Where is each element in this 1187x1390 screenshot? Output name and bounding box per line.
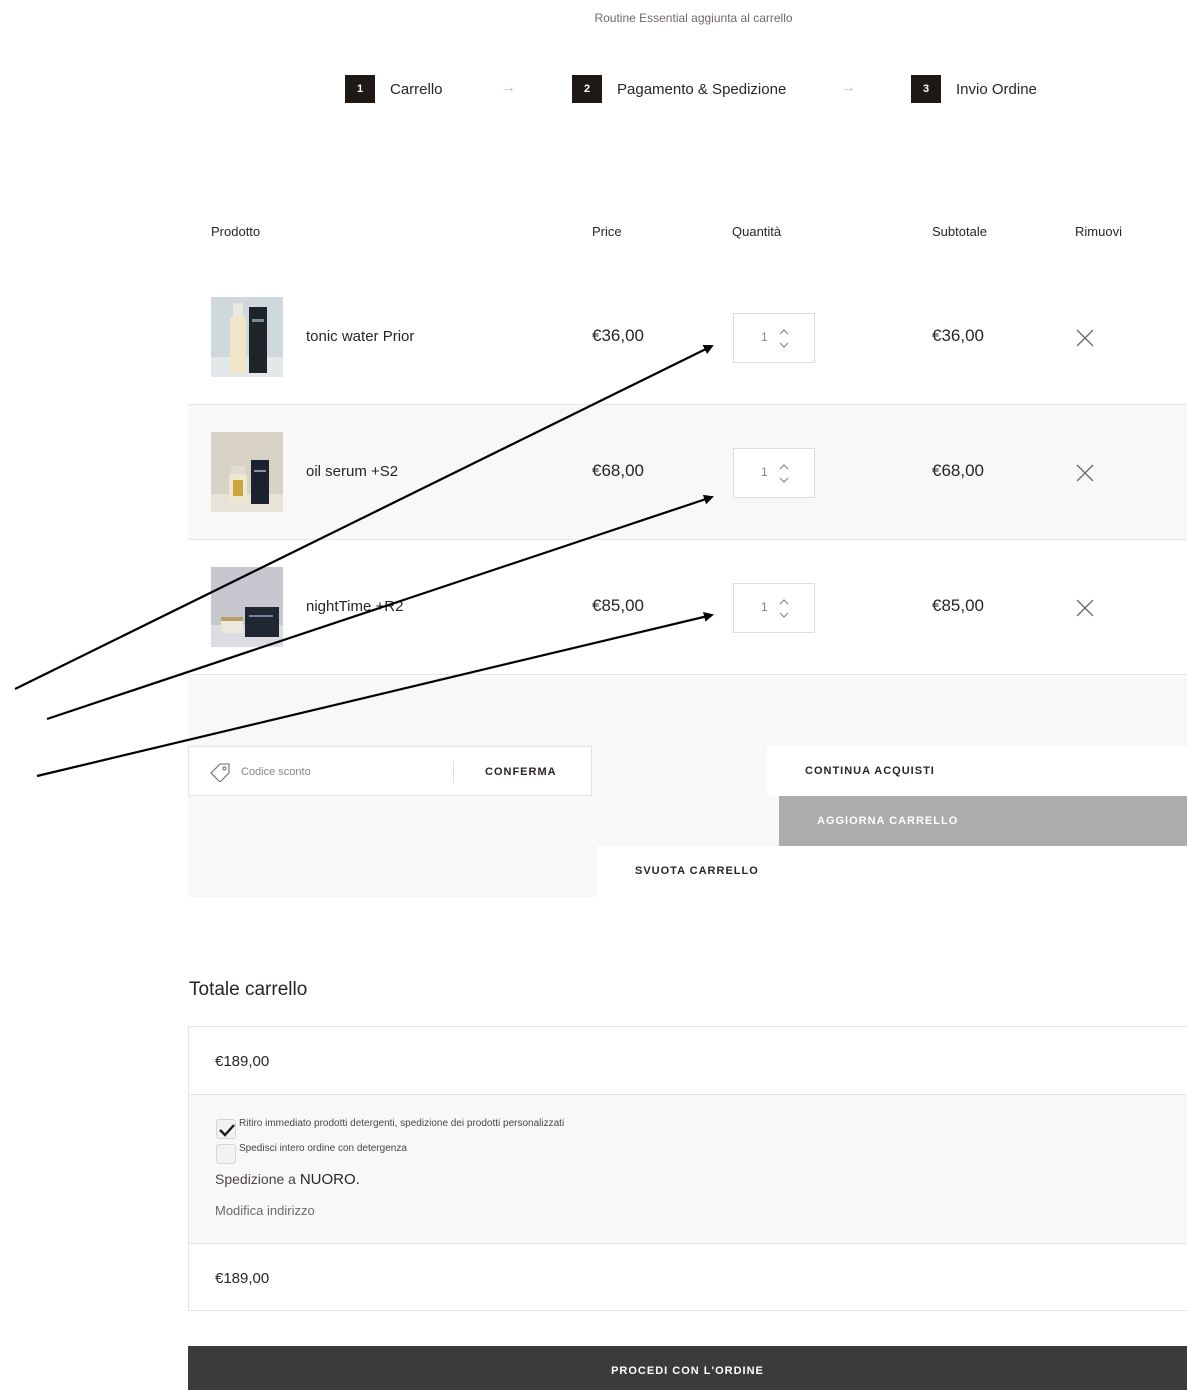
step-label: Pagamento & Spedizione <box>617 80 787 98</box>
column-product: Prodotto <box>211 224 261 239</box>
cart-row: oil serum +S2 €68,00 1 €68,00 <box>188 405 1187 540</box>
product-name[interactable]: oil serum +S2 <box>306 463 398 480</box>
column-remove: Rimuovi <box>1075 224 1122 239</box>
product-image-tonic-water[interactable] <box>211 297 283 377</box>
quantity-value: 1 <box>761 330 768 344</box>
column-price: Price <box>592 224 622 239</box>
product-subtotal: €85,00 <box>932 596 984 615</box>
total-amount: €189,00 <box>215 1270 270 1287</box>
shipping-option-split[interactable]: Ritiro immediato prodotti detergenti, sp… <box>216 1117 565 1139</box>
total-row: €189,00 <box>189 1244 1187 1311</box>
cart-row: nightTime +R2 €85,00 1 €85,00 <box>188 540 1187 675</box>
subtotal-row: €189,00 <box>189 1027 1187 1095</box>
shipping-option-label: Spedisci intero ordine con detergenza <box>239 1142 407 1154</box>
checkbox-unchecked[interactable] <box>216 1144 236 1164</box>
chevron-up-down-icon[interactable] <box>779 328 789 350</box>
remove-item-button[interactable] <box>1075 463 1095 488</box>
quantity-stepper[interactable]: 1 <box>733 313 815 363</box>
close-icon <box>1076 599 1094 617</box>
quantity-stepper[interactable]: 1 <box>733 448 815 498</box>
proceed-to-checkout-button[interactable]: PROCEDI CON L'ORDINE <box>188 1346 1187 1390</box>
product-name[interactable]: tonic water Prior <box>306 328 414 345</box>
step-arrow-icon: → <box>500 79 516 96</box>
product-price: €85,00 <box>592 596 644 615</box>
cart-row: tonic water Prior €36,00 1 €36,00 <box>188 270 1187 405</box>
step-number: 3 <box>911 75 941 103</box>
coupon-form: Codice sconto CONFERMA <box>188 746 592 796</box>
shipping-row: Ritiro immediato prodotti detergenti, sp… <box>189 1095 1187 1244</box>
shipping-option-label: Ritiro immediato prodotti detergenti, sp… <box>239 1117 565 1129</box>
shipping-option-full[interactable]: Spedisci intero ordine con detergenza <box>216 1142 407 1164</box>
cart-totals-title: Totale carrello <box>189 979 308 1000</box>
step-payment-shipping[interactable]: 2 Pagamento & Spedizione <box>572 75 786 103</box>
shipping-city: NUORO. <box>299 1171 360 1188</box>
product-image-oil-serum[interactable] <box>211 432 283 512</box>
quantity-value: 1 <box>761 600 768 614</box>
close-icon <box>1076 329 1094 347</box>
tag-icon <box>210 763 230 782</box>
cart-totals-box: €189,00 Ritiro immediato prodotti deterg… <box>188 1026 1187 1311</box>
product-name[interactable]: nightTime +R2 <box>306 598 403 615</box>
check-icon <box>219 1124 235 1137</box>
cart-added-notice: Routine Essential aggiunta al carrello <box>594 11 793 25</box>
product-price: €36,00 <box>592 326 644 345</box>
chevron-up-down-icon[interactable] <box>779 463 789 485</box>
edit-address-link[interactable]: Modifica indirizzo <box>215 1203 315 1218</box>
coupon-confirm-button[interactable]: CONFERMA <box>485 766 557 778</box>
remove-item-button[interactable] <box>1075 598 1095 623</box>
step-cart[interactable]: 1 Carrello <box>345 75 443 103</box>
product-image-nighttime[interactable] <box>211 567 283 647</box>
row-divider <box>188 674 1187 675</box>
checkout-steps: 1 Carrello → 2 Pagamento & Spedizione → … <box>0 75 1187 103</box>
step-arrow-icon: → <box>840 79 856 96</box>
step-send-order[interactable]: 3 Invio Ordine <box>911 75 1037 103</box>
shipping-destination: Spedizione a NUORO. <box>215 1171 360 1188</box>
close-icon <box>1076 464 1094 482</box>
shipping-prefix: Spedizione a <box>215 1171 296 1187</box>
checkbox-checked[interactable] <box>216 1119 236 1139</box>
empty-cart-button[interactable]: SVUOTA CARRELLO <box>597 846 1187 897</box>
coupon-divider <box>453 761 454 783</box>
quantity-stepper[interactable]: 1 <box>733 583 815 633</box>
quantity-value: 1 <box>761 465 768 479</box>
update-cart-button[interactable]: AGGIORNA CARRELLO <box>779 796 1187 846</box>
step-number: 1 <box>345 75 375 103</box>
step-label: Invio Ordine <box>956 80 1037 98</box>
step-number: 2 <box>572 75 602 103</box>
product-price: €68,00 <box>592 461 644 480</box>
column-subtotal: Subtotale <box>932 224 987 239</box>
column-quantity: Quantità <box>732 224 782 239</box>
continue-shopping-button[interactable]: CONTINUA ACQUISTI <box>767 746 1187 796</box>
subtotal-amount: €189,00 <box>215 1053 270 1070</box>
chevron-up-down-icon[interactable] <box>779 598 789 620</box>
remove-item-button[interactable] <box>1075 328 1095 353</box>
coupon-input[interactable]: Codice sconto <box>241 766 311 778</box>
step-label: Carrello <box>390 80 443 98</box>
product-subtotal: €36,00 <box>932 326 984 345</box>
product-subtotal: €68,00 <box>932 461 984 480</box>
